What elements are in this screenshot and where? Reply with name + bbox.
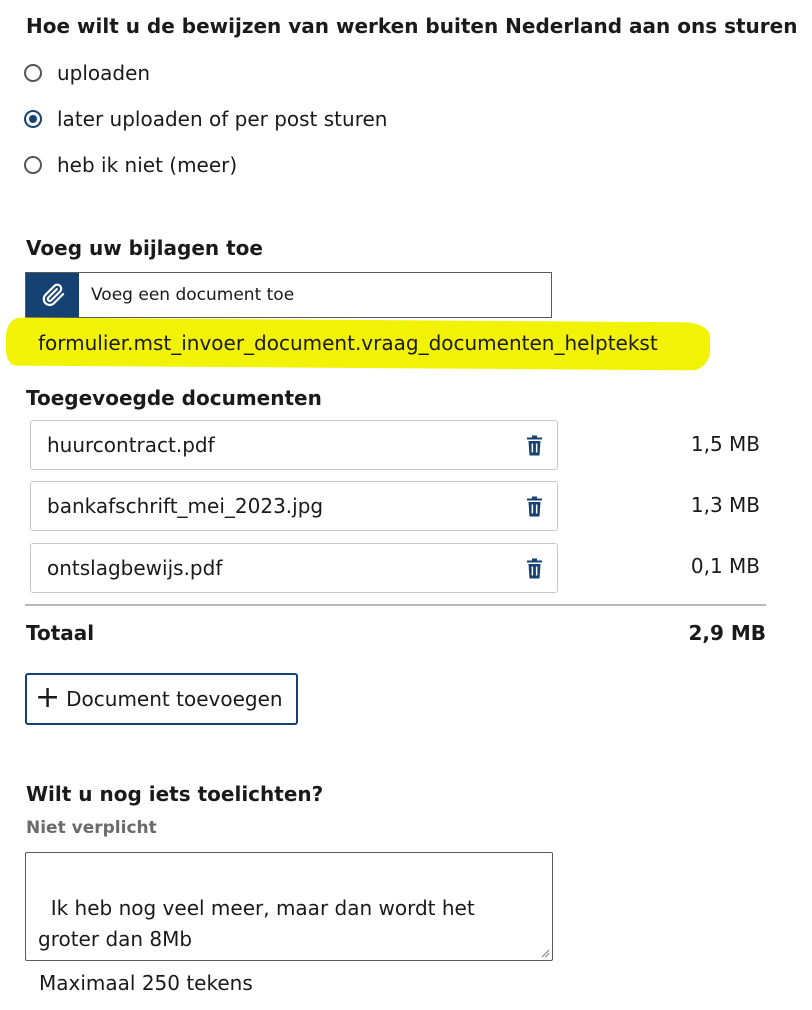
- radio-label: later uploaden of per post sturen: [57, 107, 388, 131]
- radio-button[interactable]: [24, 110, 42, 128]
- document-name: huurcontract.pdf: [47, 433, 215, 457]
- document-name: bankafschrift_mei_2023.jpg: [47, 494, 324, 518]
- document-row: ontslagbewijs.pdf: [30, 543, 558, 593]
- trash-icon[interactable]: [525, 434, 543, 456]
- optional-label: Niet verplicht: [26, 818, 157, 838]
- document-size: 1,5 MB: [690, 432, 760, 456]
- attachments-title: Voeg uw bijlagen toe: [26, 236, 263, 260]
- upload-document-field[interactable]: Voeg een document toe: [25, 272, 552, 318]
- add-document-button[interactable]: + Document toevoegen: [25, 673, 298, 725]
- document-size: 0,1 MB: [690, 554, 760, 578]
- send-method-question: Hoe wilt u de bewijzen van werken buiten…: [26, 14, 798, 38]
- document-name: ontslagbewijs.pdf: [47, 556, 223, 580]
- documents-title: Toegevoegde documenten: [26, 386, 322, 410]
- plus-icon: +: [35, 679, 61, 715]
- total-value: 2,9 MB: [688, 621, 766, 645]
- divider: [25, 604, 766, 606]
- attachments-helptext: formulier.mst_invoer_document.vraag_docu…: [38, 331, 658, 355]
- radio-label: heb ik niet (meer): [57, 153, 238, 177]
- paperclip-icon[interactable]: [26, 273, 79, 317]
- document-row: bankafschrift_mei_2023.jpg: [30, 481, 558, 531]
- resize-grip-icon[interactable]: [540, 948, 550, 958]
- document-size: 1,3 MB: [690, 493, 760, 517]
- radio-label: uploaden: [57, 61, 151, 85]
- max-length-hint: Maximaal 250 tekens: [39, 971, 253, 995]
- add-document-label: Document toevoegen: [66, 687, 283, 711]
- comments-question: Wilt u nog iets toelichten?: [26, 782, 324, 806]
- trash-icon[interactable]: [525, 495, 543, 517]
- radio-button[interactable]: [24, 64, 42, 82]
- comments-textarea[interactable]: Ik heb nog veel meer, maar dan wordt het…: [25, 852, 553, 961]
- radio-button[interactable]: [24, 156, 42, 174]
- upload-document-label[interactable]: Voeg een document toe: [79, 273, 294, 317]
- radio-option-uploaden[interactable]: uploaden: [24, 58, 150, 88]
- total-label: Totaal: [26, 621, 95, 645]
- trash-icon[interactable]: [525, 557, 543, 579]
- comments-text: Ik heb nog veel meer, maar dan wordt het…: [38, 896, 482, 951]
- radio-option-later-uploaden[interactable]: later uploaden of per post sturen: [24, 104, 387, 134]
- radio-option-heb-ik-niet[interactable]: heb ik niet (meer): [24, 150, 237, 180]
- document-row: huurcontract.pdf: [30, 420, 558, 470]
